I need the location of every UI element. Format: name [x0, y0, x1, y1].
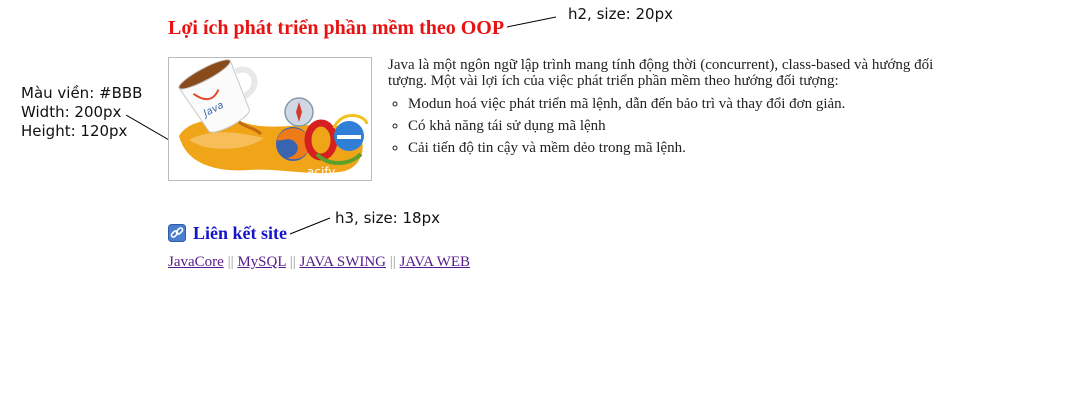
site-links-header: Liên kết site — [168, 221, 287, 245]
java-cup-browsers-illustration: Java acify — [178, 59, 369, 179]
site-links-title: Liên kết site — [193, 223, 287, 243]
image-annotation: Màu viền: #BBB Width: 200px Height: 120p… — [21, 84, 142, 141]
h2-annotation: h2, size: 20px — [568, 5, 673, 23]
h3-annotation: h3, size: 18px — [335, 209, 440, 227]
site-links: JavaCore || MySQL || JAVA SWING || JAVA … — [168, 252, 470, 272]
link-separator: || — [389, 254, 396, 270]
article-content: Java là một ngôn ngữ lập trình mang tính… — [388, 57, 958, 159]
benefit-item: Modun hoá việc phát triển mã lệnh, dẫn đ… — [408, 93, 958, 115]
image-watermark: acify — [307, 165, 335, 179]
image-border-annotation: Màu viền: #BBB — [21, 84, 143, 102]
link-mysql[interactable]: MySQL — [237, 254, 286, 270]
benefit-item: Có khả năng tái sử dụng mã lệnh — [408, 115, 958, 137]
benefit-item: Cải tiến độ tin cậy và mềm dẻo trong mã … — [408, 137, 958, 159]
link-separator: || — [289, 254, 296, 270]
h3-leader-line — [289, 217, 331, 235]
image-height-annotation: Height: 120px — [21, 122, 128, 140]
benefits-list: Modun hoá việc phát triển mã lệnh, dẫn đ… — [388, 93, 958, 159]
article-image: Java acify — [168, 57, 372, 181]
intro-paragraph: Java là một ngôn ngữ lập trình mang tính… — [388, 57, 934, 89]
h2-leader-line — [506, 16, 557, 28]
link-java-swing[interactable]: JAVA SWING — [299, 254, 386, 270]
link-javacore[interactable]: JavaCore — [168, 254, 224, 270]
link-icon — [168, 224, 186, 242]
link-java-web[interactable]: JAVA WEB — [400, 254, 470, 270]
link-separator: || — [227, 254, 234, 270]
page-title: Lợi ích phát triển phần mềm theo OOP — [168, 17, 505, 39]
image-width-annotation: Width: 200px — [21, 103, 122, 121]
